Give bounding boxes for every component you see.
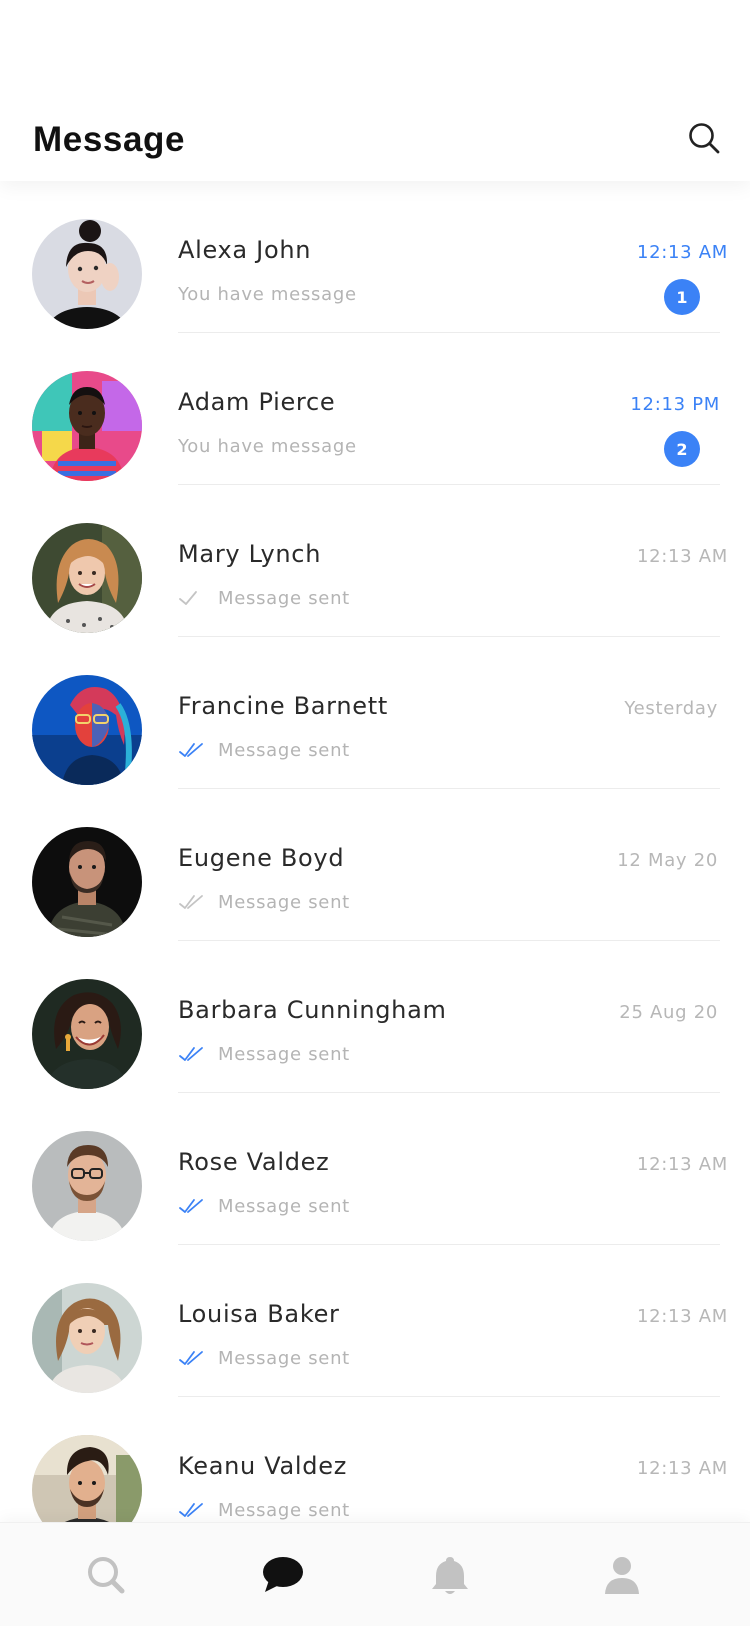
preview-text: Message sent bbox=[218, 739, 350, 761]
avatar[interactable] bbox=[32, 1435, 142, 1522]
nav-search[interactable] bbox=[82, 1551, 130, 1599]
avatar-photo bbox=[32, 1283, 142, 1393]
preview-text: You have message bbox=[178, 435, 357, 457]
avatar-photo bbox=[32, 1435, 142, 1522]
double-check-read-icon bbox=[178, 1044, 208, 1064]
avatar-photo bbox=[32, 219, 142, 329]
conversation-item[interactable]: Adam Pierce You have message 12:13 PM 2 bbox=[0, 333, 750, 485]
nav-notifications[interactable] bbox=[426, 1551, 474, 1599]
contact-name: Rose Valdez bbox=[178, 1148, 330, 1176]
conversation-item[interactable]: Keanu Valdez Message sent 12:13 AM bbox=[0, 1397, 750, 1522]
avatar-photo bbox=[32, 827, 142, 937]
message-preview: Message sent bbox=[178, 738, 350, 762]
conversation-item[interactable]: Rose Valdez Message sent 12:13 AM bbox=[0, 1093, 750, 1245]
message-preview: Message sent bbox=[178, 1042, 350, 1066]
contact-name: Louisa Baker bbox=[178, 1300, 340, 1328]
timestamp: 12:13 AM bbox=[636, 1154, 728, 1175]
single-check-icon bbox=[178, 588, 208, 608]
avatar-photo bbox=[32, 523, 142, 633]
timestamp: 12:13 AM bbox=[636, 1458, 728, 1479]
contact-name: Eugene Boyd bbox=[178, 844, 345, 872]
unread-badge: 1 bbox=[664, 279, 700, 315]
message-preview: Message sent bbox=[178, 586, 350, 610]
timestamp: Yesterday bbox=[624, 698, 718, 719]
avatar[interactable] bbox=[32, 827, 142, 937]
nav-profile[interactable] bbox=[598, 1551, 646, 1599]
avatar-photo bbox=[32, 371, 142, 481]
conversation-item[interactable]: Mary Lynch Message sent 12:13 AM bbox=[0, 485, 750, 637]
message-preview: Message sent bbox=[178, 890, 350, 914]
header-search-button[interactable] bbox=[684, 117, 724, 159]
conversation-item[interactable]: Eugene Boyd Message sent 12 May 20 bbox=[0, 789, 750, 941]
avatar-photo bbox=[32, 979, 142, 1089]
conversation-item[interactable]: Alexa John You have message 12:13 AM 1 bbox=[0, 181, 750, 333]
avatar[interactable] bbox=[32, 1283, 142, 1393]
page-title: Message bbox=[33, 120, 186, 159]
avatar[interactable] bbox=[32, 523, 142, 633]
avatar[interactable] bbox=[32, 219, 142, 329]
app-header: Message bbox=[0, 0, 750, 181]
search-icon bbox=[689, 123, 720, 154]
bell-icon bbox=[432, 1557, 468, 1594]
preview-text: Message sent bbox=[218, 587, 350, 609]
double-check-read-icon bbox=[178, 1500, 208, 1520]
conversation-list: Alexa John You have message 12:13 AM 1 A… bbox=[0, 181, 750, 1522]
conversation-item[interactable]: Louisa Baker Message sent 12:13 AM bbox=[0, 1245, 750, 1397]
double-check-read-icon bbox=[178, 1196, 208, 1216]
avatar-photo bbox=[32, 1131, 142, 1241]
message-preview: Message sent bbox=[178, 1194, 350, 1218]
bottom-nav bbox=[0, 1522, 750, 1626]
timestamp: 12 May 20 bbox=[617, 850, 718, 871]
contact-name: Francine Barnett bbox=[178, 692, 388, 720]
message-preview: You have message bbox=[178, 282, 357, 306]
double-check-read-icon bbox=[178, 1348, 208, 1368]
message-preview: Message sent bbox=[178, 1498, 350, 1522]
unread-badge: 2 bbox=[664, 431, 700, 467]
double-check-read-icon bbox=[178, 740, 208, 760]
nav-messages[interactable] bbox=[259, 1551, 307, 1599]
chat-bubble-icon bbox=[263, 1557, 303, 1592]
contact-name: Alexa John bbox=[178, 236, 312, 264]
avatar-photo bbox=[32, 675, 142, 785]
contact-name: Adam Pierce bbox=[178, 388, 336, 416]
message-preview: You have message bbox=[178, 434, 357, 458]
conversation-item[interactable]: Francine Barnett Message sent Yesterday bbox=[0, 637, 750, 789]
contact-name: Barbara Cunningham bbox=[178, 996, 447, 1024]
search-icon bbox=[88, 1557, 125, 1594]
double-check-icon bbox=[178, 892, 208, 912]
preview-text: Message sent bbox=[218, 1195, 350, 1217]
timestamp: 12:13 PM bbox=[630, 394, 720, 415]
preview-text: Message sent bbox=[218, 1499, 350, 1521]
timestamp: 12:13 AM bbox=[636, 546, 728, 567]
avatar[interactable] bbox=[32, 979, 142, 1089]
timestamp: 25 Aug 20 bbox=[619, 1002, 718, 1023]
preview-text: Message sent bbox=[218, 1347, 350, 1369]
preview-text: Message sent bbox=[218, 891, 350, 913]
timestamp: 12:13 AM bbox=[636, 242, 728, 263]
timestamp: 12:13 AM bbox=[636, 1306, 728, 1327]
message-preview: Message sent bbox=[178, 1346, 350, 1370]
avatar[interactable] bbox=[32, 1131, 142, 1241]
preview-text: Message sent bbox=[218, 1043, 350, 1065]
contact-name: Keanu Valdez bbox=[178, 1452, 347, 1480]
preview-text: You have message bbox=[178, 283, 357, 305]
user-icon bbox=[605, 1557, 639, 1594]
avatar[interactable] bbox=[32, 371, 142, 481]
conversation-item[interactable]: Barbara Cunningham Message sent 25 Aug 2… bbox=[0, 941, 750, 1093]
contact-name: Mary Lynch bbox=[178, 540, 322, 568]
avatar[interactable] bbox=[32, 675, 142, 785]
